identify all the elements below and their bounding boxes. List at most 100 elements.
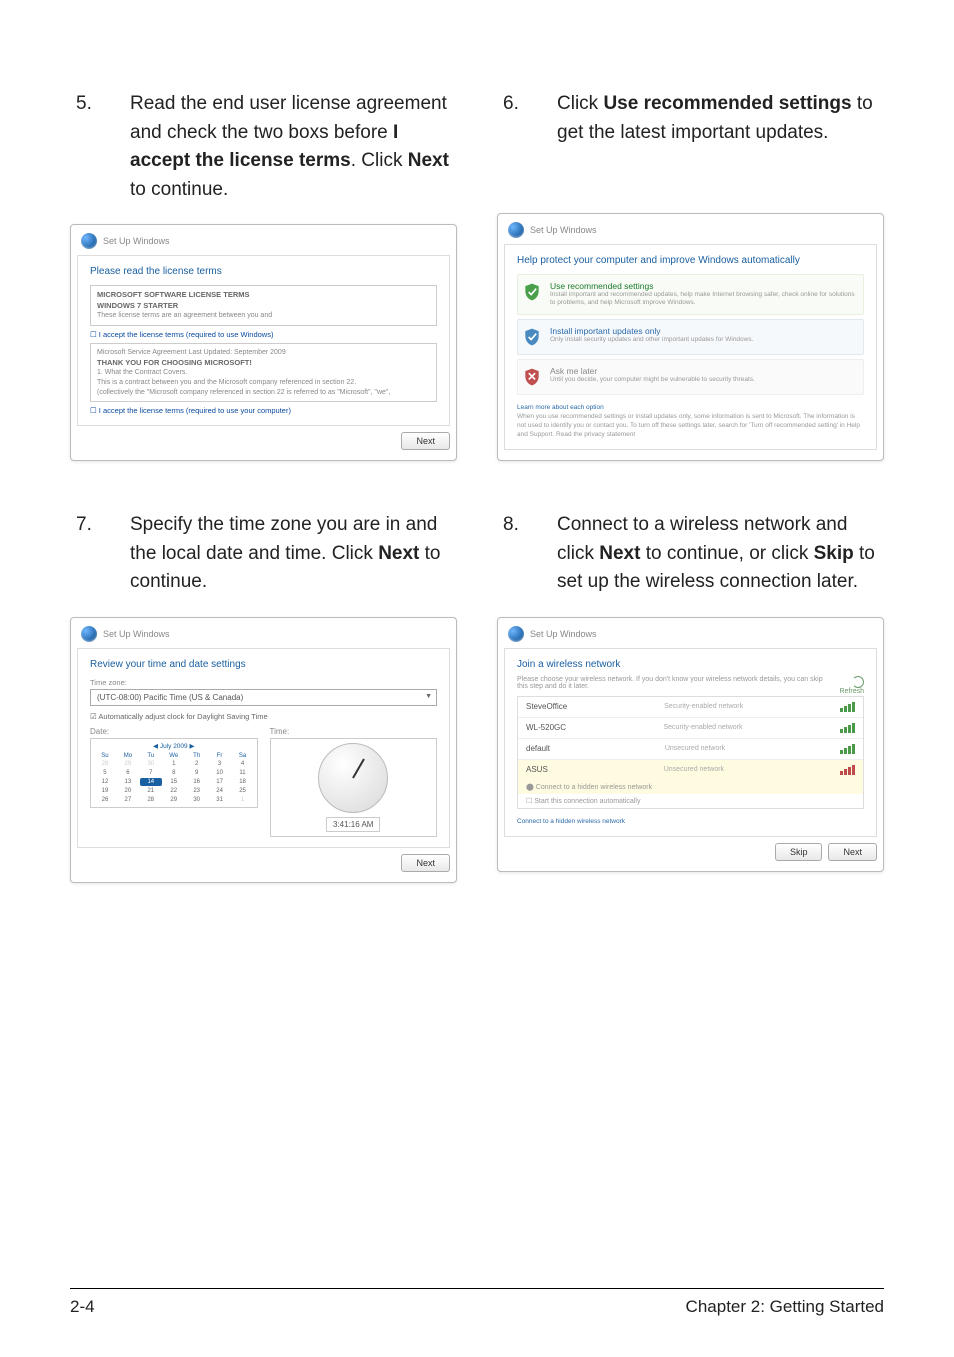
step-5-post: to continue. <box>130 179 228 200</box>
step-6-number: 6. <box>497 90 557 147</box>
fine-print: When you use recommended settings or ins… <box>517 413 860 438</box>
step-5-text: Read the end user license agreement and … <box>130 90 457 204</box>
step-8-b1: Next <box>599 543 640 564</box>
windows-orb-icon <box>81 626 97 642</box>
auto-connect-checkbox[interactable]: ☐ Start this connection automatically <box>518 794 863 808</box>
shield-green-icon <box>522 281 542 303</box>
opt3-sub: Until you decide, your computer might be… <box>550 376 755 384</box>
calendar-month: ◀ July 2009 ▶ <box>94 742 254 750</box>
license-b2-line2: THANK YOU FOR CHOOSING MICROSOFT! <box>97 358 430 369</box>
option-recommended[interactable]: Use recommended settings Install importa… <box>517 274 864 315</box>
signal-bars-icon <box>840 744 855 754</box>
wifi-heading: Join a wireless network <box>517 659 864 670</box>
windows-orb-icon <box>508 626 524 642</box>
wifi-name: SteveOffice <box>526 702 567 711</box>
opt2-sub: Only install security updates and other … <box>550 336 753 344</box>
skip-button[interactable]: Skip <box>775 843 823 861</box>
window-title: Set Up Windows <box>103 236 170 246</box>
option-ask-later[interactable]: ✕ Ask me later Until you decide, your co… <box>517 359 864 395</box>
step-6: 6. Click Use recommended settings to get… <box>497 90 884 147</box>
refresh-label: Refresh <box>839 688 864 695</box>
timezone-select[interactable]: (UTC-08:00) Pacific Time (US & Canada) <box>90 689 437 706</box>
datetime-heading: Review your time and date settings <box>90 659 437 670</box>
step-6-pre: Click <box>557 93 603 114</box>
opt1-title: Use recommended settings <box>550 281 859 291</box>
step-6-b1: Use recommended settings <box>603 93 851 114</box>
license-b1-line1: MICROSOFT SOFTWARE LICENSE TERMS <box>97 290 430 301</box>
accept-checkbox-1[interactable]: ☐ I accept the license terms (required t… <box>90 330 437 339</box>
step-8-mid: to continue, or click <box>640 543 813 564</box>
license-block-2: Microsoft Service Agreement Last Updated… <box>90 343 437 403</box>
chapter-title: Chapter 2: Getting Started <box>686 1297 884 1317</box>
calendar[interactable]: ◀ July 2009 ▶ SuMoTuWeThFrSa 28293012345… <box>90 738 258 808</box>
step-5-b2: Next <box>408 150 449 171</box>
dst-checkbox[interactable]: ☑ Automatically adjust clock for Dayligh… <box>90 712 437 721</box>
option-important-only[interactable]: Install important updates only Only inst… <box>517 319 864 355</box>
screenshot-datetime: Set Up Windows Review your time and date… <box>70 617 457 883</box>
window-title: Set Up Windows <box>530 629 597 639</box>
wifi-security: Security-enabled network <box>566 724 840 731</box>
screenshot-protect: Set Up Windows Help protect your compute… <box>497 213 884 461</box>
learn-more-link[interactable]: Learn more about each option <box>517 404 604 411</box>
shield-red-icon: ✕ <box>522 366 542 388</box>
license-b2-line1: Microsoft Service Agreement Last Updated… <box>97 348 430 358</box>
hidden-network-link[interactable]: Connect to a hidden wireless network <box>517 818 625 825</box>
window-title: Set Up Windows <box>103 629 170 639</box>
wifi-name: WL-520GC <box>526 723 566 732</box>
wifi-list: SteveOfficeSecurity-enabled networkWL-52… <box>517 696 864 809</box>
step-8-number: 8. <box>497 511 557 597</box>
step-7-b1: Next <box>378 543 419 564</box>
refresh-button[interactable]: Refresh <box>833 676 864 695</box>
step-7: 7. Specify the time zone you are in and … <box>70 511 457 597</box>
page-footer: 2-4 Chapter 2: Getting Started <box>70 1288 884 1317</box>
license-heading: Please read the license terms <box>90 266 437 277</box>
screenshot-license: Set Up Windows Please read the license t… <box>70 224 457 461</box>
step-5-number: 5. <box>70 90 130 204</box>
step-8-b2: Skip <box>814 543 854 564</box>
step-8-text: Connect to a wireless network and click … <box>557 511 884 597</box>
step-7-text: Specify the time zone you are in and the… <box>130 511 457 597</box>
shield-blue-icon <box>522 326 542 348</box>
next-button[interactable]: Next <box>828 843 877 861</box>
wifi-sub: Please choose your wireless network. If … <box>517 676 833 690</box>
time-input[interactable]: 3:41:16 AM <box>326 817 380 832</box>
window-title: Set Up Windows <box>530 225 597 235</box>
wifi-network-item[interactable]: ASUSUnsecured network <box>518 759 863 780</box>
opt1-sub: Install important and recommended update… <box>550 291 859 308</box>
opt2-title: Install important updates only <box>550 326 753 336</box>
wifi-security: Unsecured network <box>550 745 840 752</box>
opt3-title: Ask me later <box>550 366 755 376</box>
license-block-1: MICROSOFT SOFTWARE LICENSE TERMS WINDOWS… <box>90 285 437 326</box>
wifi-network-item[interactable]: WL-520GCSecurity-enabled network <box>518 717 863 738</box>
step-5-pre: Read the end user license agreement and … <box>130 93 447 143</box>
wifi-name: ASUS <box>526 765 548 774</box>
next-button[interactable]: Next <box>401 854 450 872</box>
step-7-number: 7. <box>70 511 130 597</box>
step-5-mid: . Click <box>351 150 408 171</box>
screenshot-wireless: Set Up Windows Join a wireless network P… <box>497 617 884 872</box>
protect-heading: Help protect your computer and improve W… <box>517 255 864 266</box>
step-8: 8. Connect to a wireless network and cli… <box>497 511 884 597</box>
accept-checkbox-2[interactable]: ☐ I accept the license terms (required t… <box>90 406 437 415</box>
windows-orb-icon <box>81 233 97 249</box>
windows-orb-icon <box>508 222 524 238</box>
hidden-network-option[interactable]: ⬤ Connect to a hidden wireless network <box>518 780 863 794</box>
signal-bars-icon <box>840 765 855 775</box>
page-number: 2-4 <box>70 1297 95 1317</box>
step-6-text: Click Use recommended settings to get th… <box>557 90 884 147</box>
time-label: Time: <box>270 727 438 736</box>
wifi-name: default <box>526 744 550 753</box>
license-b2-line4: This is a contract between you and the M… <box>97 378 430 388</box>
signal-bars-icon <box>840 723 855 733</box>
date-label: Date: <box>90 727 258 736</box>
license-b2-line5: (collectively the "Microsoft company ref… <box>97 388 430 398</box>
license-b1-line3: These license terms are an agreement bet… <box>97 311 430 321</box>
next-button[interactable]: Next <box>401 432 450 450</box>
svg-text:✕: ✕ <box>527 370 537 383</box>
signal-bars-icon <box>840 702 855 712</box>
timezone-label: Time zone: <box>90 678 437 687</box>
wifi-network-item[interactable]: defaultUnsecured network <box>518 738 863 759</box>
wifi-security: Unsecured network <box>548 766 840 773</box>
refresh-icon <box>852 676 864 688</box>
wifi-network-item[interactable]: SteveOfficeSecurity-enabled network <box>518 697 863 717</box>
